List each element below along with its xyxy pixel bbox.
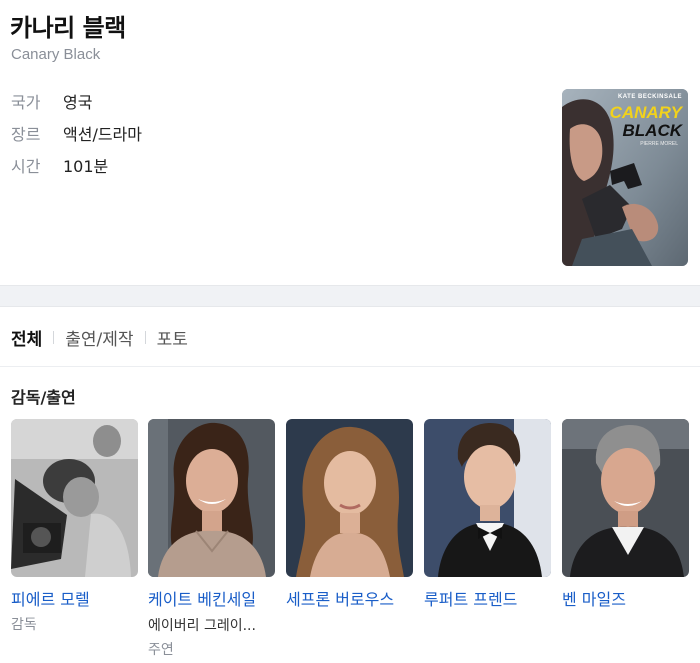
section-title-director-cast: 감독/출연 (11, 388, 76, 407)
tab-all[interactable]: 전체 (11, 325, 42, 350)
person-name[interactable]: 피에르 모렐 (11, 586, 90, 610)
person-photo[interactable] (286, 419, 413, 577)
tab-cast-crew[interactable]: 출연/제작 (65, 325, 133, 350)
cast-card-4[interactable]: 루퍼트 프렌드 (424, 419, 551, 609)
person-photo[interactable] (424, 419, 551, 577)
person-photo[interactable] (11, 419, 138, 577)
person-role: 주연 (148, 642, 174, 658)
info-label: 장르 (11, 125, 41, 144)
person-name[interactable]: 세프론 버로우스 (286, 586, 394, 610)
poster-actor-name: KATE BECKINSALE (617, 94, 682, 100)
info-value: 영국 (63, 93, 93, 112)
person-photo[interactable] (148, 419, 275, 577)
person-role: 감독 (11, 617, 37, 633)
poster-title-line2: BLACK (622, 121, 683, 140)
section-separator (0, 285, 700, 307)
person-name[interactable]: 루퍼트 프렌드 (424, 586, 517, 610)
tab-bar: 전체 출연/제작 포토 (11, 325, 188, 350)
tab-bottom-divider (0, 366, 700, 367)
cast-card-3[interactable]: 세프론 버로우스 (286, 419, 413, 609)
person-name[interactable]: 벤 마일즈 (562, 586, 626, 610)
info-row-country: 국가 영국 (11, 89, 92, 113)
tab-photos[interactable]: 포토 (157, 325, 188, 350)
poster-small-text: PIERRE MOREL (640, 141, 678, 147)
person-name[interactable]: 케이트 베킨세일 (148, 586, 256, 610)
cast-card-director[interactable]: 피에르 모렐 감독 (11, 419, 138, 633)
cast-card-5[interactable]: 벤 마일즈 (562, 419, 689, 609)
tab-divider (53, 331, 55, 344)
movie-info-panel: 카나리 블랙 Canary Black 국가 영국 장르 액션/드라마 시간 1… (0, 0, 700, 285)
info-value: 액션/드라마 (63, 125, 142, 144)
movie-poster[interactable]: KATE BECKINSALE CANARY BLACK PIERRE MORE… (562, 89, 688, 266)
poster-title-line1: CANARY (609, 103, 682, 122)
info-row-genre: 장르 액션/드라마 (11, 121, 142, 145)
info-label: 국가 (11, 93, 41, 112)
info-row-runtime: 시간 101분 (11, 153, 108, 177)
person-photo[interactable] (562, 419, 689, 577)
movie-title: 카나리 블랙 (10, 14, 126, 42)
info-value: 101분 (63, 157, 109, 176)
info-label: 시간 (11, 157, 41, 176)
cast-card-lead[interactable]: 케이트 베킨세일 에이버리 그레이... 주연 (148, 419, 275, 658)
character-name: 에이버리 그레이... (148, 618, 256, 634)
movie-original-title: Canary Black (11, 46, 101, 63)
tab-divider (144, 331, 146, 344)
